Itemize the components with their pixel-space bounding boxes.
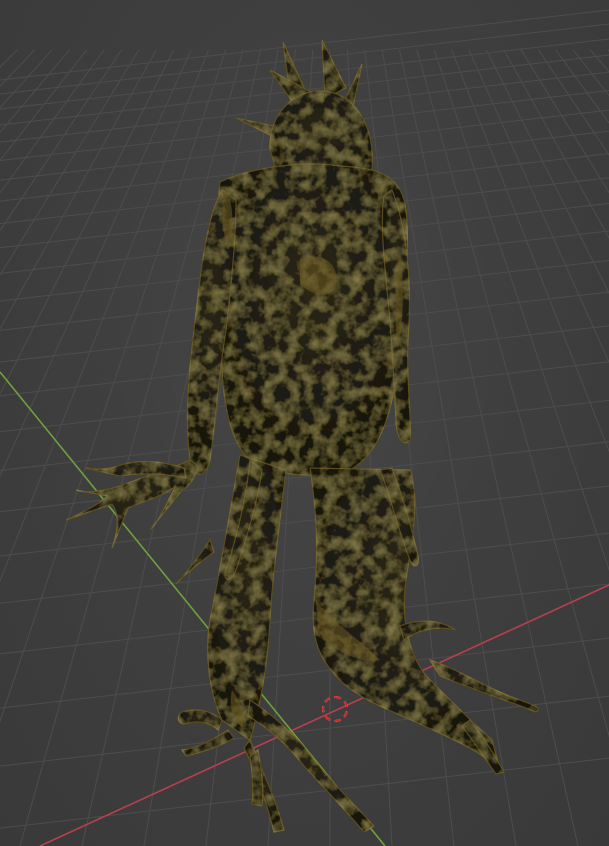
left-foot-roots — [247, 698, 375, 833]
head-spike — [321, 39, 347, 99]
left-foot-roots — [180, 729, 235, 757]
left-foot-roots — [177, 709, 223, 732]
3d-cursor-icon[interactable] — [322, 696, 348, 722]
left-foot-roots — [249, 748, 264, 807]
tree-creature-mesh-icon[interactable] — [0, 0, 609, 846]
left-foot-roots — [243, 738, 285, 833]
3d-viewport[interactable] — [0, 0, 609, 846]
left-hand-branches — [85, 460, 187, 479]
torso — [217, 163, 409, 476]
hanging-roots — [175, 538, 215, 585]
right-foot-roots — [399, 620, 457, 642]
